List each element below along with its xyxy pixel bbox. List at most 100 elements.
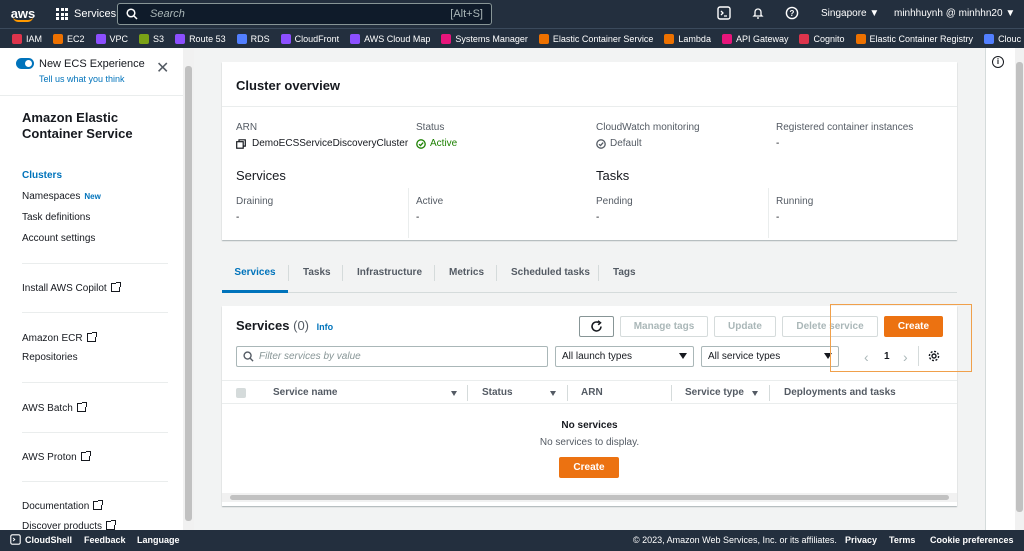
- external-link-icon: [76, 402, 87, 412]
- cluster-overview-title: Cluster overview: [236, 78, 341, 93]
- tab-tags[interactable]: Tags: [613, 267, 636, 293]
- favorite-iam[interactable]: IAM: [12, 33, 43, 44]
- cookie-preferences-link[interactable]: Cookie preferences: [930, 535, 1014, 545]
- cloudshell-icon: [10, 534, 21, 545]
- sidebar-item-task-definitions[interactable]: Task definitions: [22, 212, 90, 223]
- info-link[interactable]: Info: [317, 322, 334, 332]
- active-label: Active: [416, 196, 444, 207]
- service-icon: [350, 33, 361, 44]
- user-menu[interactable]: minhhuynh @ minhhn20 ▼: [894, 0, 1015, 28]
- favorite-rds[interactable]: RDS: [236, 33, 270, 44]
- sidebar-item-aws-proton[interactable]: AWS Proton: [22, 451, 91, 463]
- launch-type-select[interactable]: All launch types: [555, 346, 694, 367]
- favorite-lambda[interactable]: Lambda: [664, 33, 711, 44]
- filter-services-input[interactable]: Filter services by value: [236, 346, 548, 367]
- tasks-heading: Tasks: [596, 168, 630, 183]
- feedback-link[interactable]: Feedback: [84, 535, 126, 545]
- terms-link[interactable]: Terms: [889, 535, 915, 545]
- new-experience-toggle[interactable]: [16, 58, 34, 69]
- favorite-s3[interactable]: S3: [139, 33, 164, 44]
- favorite-vpc[interactable]: VPC: [95, 33, 128, 44]
- service-title[interactable]: Amazon Elastic Container Service: [22, 110, 162, 142]
- empty-create-button[interactable]: Create: [559, 457, 619, 478]
- favorite-cloudfront[interactable]: CloudFront: [280, 33, 339, 44]
- new-badge: New: [84, 192, 101, 201]
- privacy-link[interactable]: Privacy: [845, 535, 877, 545]
- tab-scheduled-tasks[interactable]: Scheduled tasks: [511, 267, 590, 293]
- favorite-ec2[interactable]: EC2: [53, 33, 85, 44]
- favorite-route-53[interactable]: Route 53: [175, 33, 226, 44]
- running-label: Running: [776, 196, 814, 207]
- column-service-type[interactable]: Service type: [685, 387, 744, 398]
- cluster-overview-card: Cluster overview ARN DemoECSServiceDisco…: [222, 62, 957, 240]
- favorite-cognito[interactable]: Cognito: [799, 33, 845, 44]
- manage-tags-button[interactable]: Manage tags: [620, 316, 708, 337]
- update-button[interactable]: Update: [714, 316, 776, 337]
- arn-label: ARN: [236, 122, 258, 133]
- cloudshell-button[interactable]: CloudShell: [10, 534, 72, 545]
- sidebar-item-install-copilot[interactable]: Install AWS Copilot: [22, 282, 121, 294]
- empty-state-text: No services to display.: [539, 437, 640, 448]
- sort-icon[interactable]: [550, 391, 556, 396]
- sidebar-item-aws-batch[interactable]: AWS Batch: [22, 402, 87, 414]
- side-navigation: New ECS Experience Tell us what you thin…: [0, 48, 194, 530]
- table-horizontal-scrollbar[interactable]: [222, 493, 957, 502]
- help-icon[interactable]: ?: [784, 6, 800, 22]
- tab-tasks[interactable]: Tasks: [303, 267, 331, 293]
- refresh-button[interactable]: [579, 316, 614, 337]
- sidebar-item-clusters[interactable]: Clusters: [22, 170, 62, 181]
- favorite-elastic-container-registry[interactable]: Elastic Container Registry: [855, 33, 973, 44]
- sort-icon[interactable]: [451, 391, 457, 396]
- highlight-box: [830, 304, 972, 372]
- external-link-icon: [110, 282, 121, 292]
- service-icon: [175, 33, 186, 44]
- copyright-text: © 2023, Amazon Web Services, Inc. or its…: [633, 535, 837, 545]
- sidebar-item-discover-products[interactable]: Discover products: [22, 520, 117, 530]
- favorite-label: IAM: [26, 33, 43, 44]
- tab-services[interactable]: Services: [222, 267, 288, 293]
- sidebar-item-documentation[interactable]: Documentation: [22, 500, 104, 512]
- tab-metrics[interactable]: Metrics: [449, 267, 484, 293]
- service-icon: [280, 33, 291, 44]
- cloudwatch-value: Default: [596, 138, 642, 149]
- services-menu-button[interactable]: Services: [56, 0, 116, 28]
- main-scrollbar[interactable]: [1015, 48, 1024, 530]
- service-icon: [441, 33, 452, 44]
- favorite-aws-cloud-map[interactable]: AWS Cloud Map: [350, 33, 430, 44]
- tell-us-link[interactable]: Tell us what you think: [39, 74, 125, 84]
- services-label: Services: [74, 8, 117, 20]
- column-deployments-tasks[interactable]: Deployments and tasks: [784, 387, 896, 398]
- select-all-checkbox[interactable]: [236, 388, 246, 398]
- sidebar-item-account-settings[interactable]: Account settings: [22, 233, 95, 244]
- column-arn[interactable]: ARN: [581, 387, 603, 398]
- favorite-elastic-container-service[interactable]: Elastic Container Service: [538, 33, 653, 44]
- column-service-name[interactable]: Service name: [273, 387, 338, 398]
- language-link[interactable]: Language: [137, 535, 180, 545]
- sidebar-scrollbar[interactable]: [183, 48, 194, 530]
- aws-logo[interactable]: aws: [0, 0, 46, 28]
- cloudshell-icon[interactable]: [716, 6, 732, 22]
- bell-icon[interactable]: [750, 6, 766, 22]
- check-circle-icon: [416, 138, 426, 149]
- favorite-api-gateway[interactable]: API Gateway: [721, 33, 788, 44]
- status-value: Active: [416, 138, 457, 149]
- cluster-tabs: Services Tasks Infrastructure Metrics Sc…: [222, 260, 957, 293]
- draining-label: Draining: [236, 196, 274, 207]
- column-status[interactable]: Status: [482, 387, 513, 398]
- copy-icon[interactable]: [236, 138, 246, 149]
- favorite-clouc[interactable]: Clouc: [984, 33, 1021, 44]
- info-icon[interactable]: i: [992, 56, 1004, 68]
- service-icon: [95, 33, 106, 44]
- sidebar-item-namespaces[interactable]: Namespaces New: [22, 191, 101, 202]
- search-input[interactable]: Search [Alt+S]: [117, 3, 492, 25]
- sidebar-item-amazon-ecr[interactable]: Amazon ECR: [22, 332, 97, 344]
- region-selector[interactable]: Singapore ▼: [821, 0, 879, 28]
- favorite-systems-manager[interactable]: Systems Manager: [441, 33, 528, 44]
- close-icon[interactable]: ✕: [156, 61, 169, 77]
- tab-infrastructure[interactable]: Infrastructure: [357, 267, 422, 293]
- service-icon: [139, 33, 150, 44]
- sort-icon[interactable]: [752, 391, 758, 396]
- sidebar-item-repositories[interactable]: Repositories: [22, 352, 78, 363]
- service-type-select[interactable]: All service types: [701, 346, 839, 367]
- arn-value: DemoECSServiceDiscoveryCluster: [236, 138, 408, 149]
